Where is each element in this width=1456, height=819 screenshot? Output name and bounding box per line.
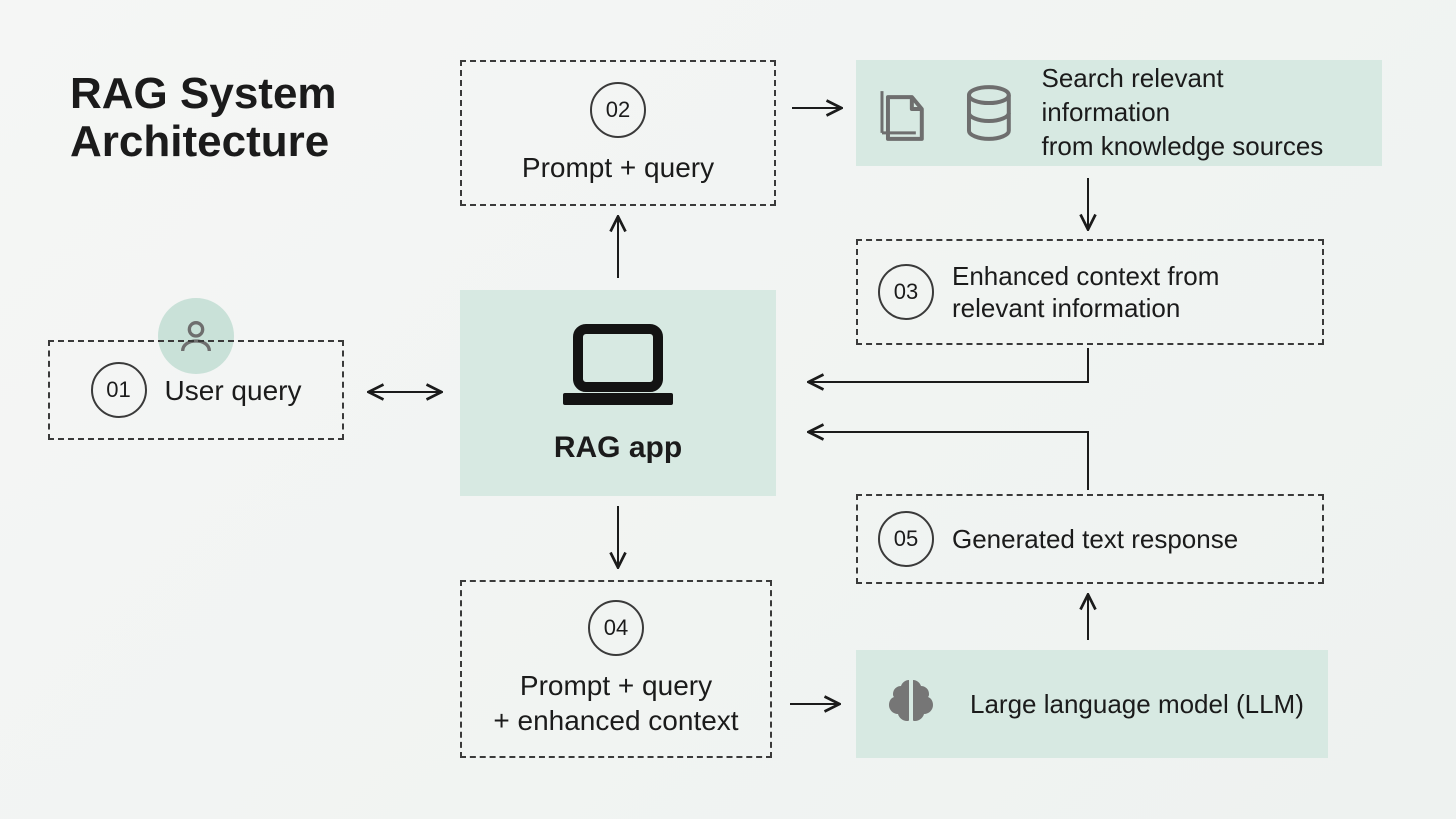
diagram-canvas: RAG System Architecture 01 User query 02… (0, 0, 1456, 819)
arrows (0, 0, 1456, 819)
